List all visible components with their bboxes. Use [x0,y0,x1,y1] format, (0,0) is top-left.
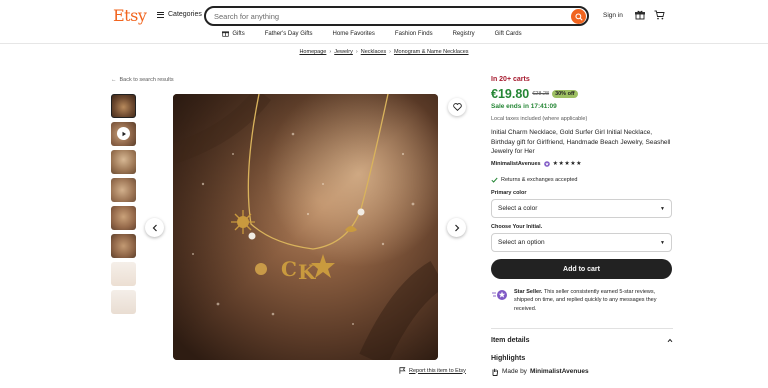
thumbnail-5[interactable] [111,206,136,230]
categories-label: Categories [168,11,202,18]
breadcrumb-necklaces[interactable]: Necklaces [361,49,386,55]
made-by-row: Made by MinimalistAvenues [491,368,673,376]
made-by-prefix: Made by [502,368,527,376]
back-to-search-link[interactable]: ← Back to search results [111,77,174,83]
sale-price: €19.80 [491,87,530,101]
chevron-up-icon [667,338,673,342]
breadcrumb-jewelry[interactable]: Jewelry [334,49,353,55]
add-to-cart-button[interactable]: Add to cart [491,259,672,280]
shop-name-link[interactable]: MinimalistAvenues [491,161,541,167]
nav-label: Gifts [232,30,245,37]
nav-item-home-favorites[interactable]: Home Favorites [323,30,385,37]
gift-icon [222,31,230,37]
thumbnail-3[interactable] [111,150,136,174]
returns-label: Returns & exchanges accepted [501,177,578,184]
thumbnail-6[interactable] [111,234,136,258]
discount-badge: 30% off [552,90,578,98]
arrow-left-icon: ← [111,77,117,83]
etsy-logo[interactable]: Etsy [113,6,147,25]
rating-stars: ★★★★★ [552,161,583,168]
product-image[interactable]: C K [173,94,438,360]
nav-item-gifts[interactable]: Gifts [212,30,254,37]
nav-item-registry[interactable]: Registry [443,30,485,37]
thumbnail-8[interactable] [111,290,136,314]
star-seller-badge-icon [543,160,550,167]
breadcrumb-monogram-name-necklaces[interactable]: Monogram & Name Necklaces [394,49,469,55]
returns-info: Returns & exchanges accepted [491,177,673,183]
nav-item-gift-cards[interactable]: Gift Cards [485,30,532,37]
search-bar [204,6,589,26]
item-details-toggle[interactable]: Item details [491,337,673,344]
report-item-link[interactable]: Report this item to Etsy [399,367,466,374]
initial-select[interactable]: Select an option ▼ [491,233,672,253]
thumbnail-list [111,94,137,318]
nav-item-fathers-day[interactable]: Father's Day Gifts [255,30,323,37]
search-input[interactable] [214,11,554,22]
heart-icon [452,103,462,111]
flag-icon [399,367,406,374]
nav-label: Father's Day Gifts [264,30,313,37]
original-price: €28.28 [532,91,550,97]
caret-down-icon: ▼ [660,205,665,212]
thumbnail-1[interactable] [111,94,136,118]
sale-countdown: Sale ends in 17:41:09 [491,103,557,110]
primary-color-select[interactable]: Select a color ▼ [491,199,672,219]
report-link-label: Report this item to Etsy [409,367,466,374]
next-image-button[interactable] [447,218,466,237]
thumbnail-4[interactable] [111,178,136,202]
check-icon [491,177,498,183]
primary-color-label: Primary color [491,190,527,197]
nav-label: Gift Cards [494,30,522,37]
caret-down-icon: ▼ [660,239,665,246]
tax-note: Local taxes included (where applicable) [491,116,588,122]
breadcrumb: Homepage › Jewelry › Necklaces › Monogram & Na… [0,49,768,55]
hamburger-icon [157,11,164,18]
thumbnail-video[interactable] [111,122,136,146]
product-title: Initial Charm Necklace, Gold Surfer Girl… [491,129,671,156]
chevron-left-icon [152,224,157,231]
nav-label: Home Favorites [332,30,375,37]
highlights-heading: Highlights [491,354,526,362]
thumbnail-7[interactable] [111,262,136,286]
carts-count: In 20+ carts [491,76,530,83]
divider [491,327,673,329]
breadcrumb-separator: › [329,49,332,55]
search-icon [574,12,583,21]
chevron-right-icon [454,224,459,231]
hand-icon [492,368,498,376]
sign-in-link[interactable]: Sign in [603,12,623,19]
back-link-label: Back to search results [119,77,174,83]
star-seller-info: Star Seller. This seller consistently ea… [491,288,673,313]
star-seller-icon [492,290,507,301]
search-button[interactable] [571,9,586,24]
made-by-shop-link[interactable]: MinimalistAvenues [530,368,589,375]
necklace-photo: C K [173,94,438,360]
previous-image-button[interactable] [145,218,164,237]
nav-label: Registry [452,30,475,37]
star-seller-title: Star Seller. [514,289,543,296]
play-icon [117,127,130,140]
categories-button[interactable]: Categories [157,11,202,18]
primary-color-value: Select a color [498,205,538,213]
breadcrumb-separator: › [389,49,391,55]
item-details-label: Item details [491,336,530,344]
category-nav: Gifts Father's Day Gifts Home Favorites … [0,30,768,37]
nav-item-fashion-finds[interactable]: Fashion Finds [385,30,443,37]
breadcrumb-separator: › [355,49,358,55]
product-info-panel: In 20+ carts €19.80 €28.28 30% off Sale … [491,76,673,376]
gift-icon[interactable] [635,10,645,22]
initial-value: Select an option [498,239,545,247]
star-seller-text: Star Seller. This seller consistently ea… [514,288,673,313]
svg-text:C: C [281,257,297,281]
site-header: Etsy Categories Sign in [0,0,768,44]
initial-label: Choose Your Initial. [491,224,543,231]
price-row: €19.80 €28.28 30% off [491,87,673,101]
breadcrumb-homepage[interactable]: Homepage [299,49,326,55]
shop-row: MinimalistAvenues ★★★★★ [491,160,673,168]
cart-icon[interactable] [654,10,665,22]
favorite-button[interactable] [448,98,466,116]
nav-label: Fashion Finds [394,30,433,37]
